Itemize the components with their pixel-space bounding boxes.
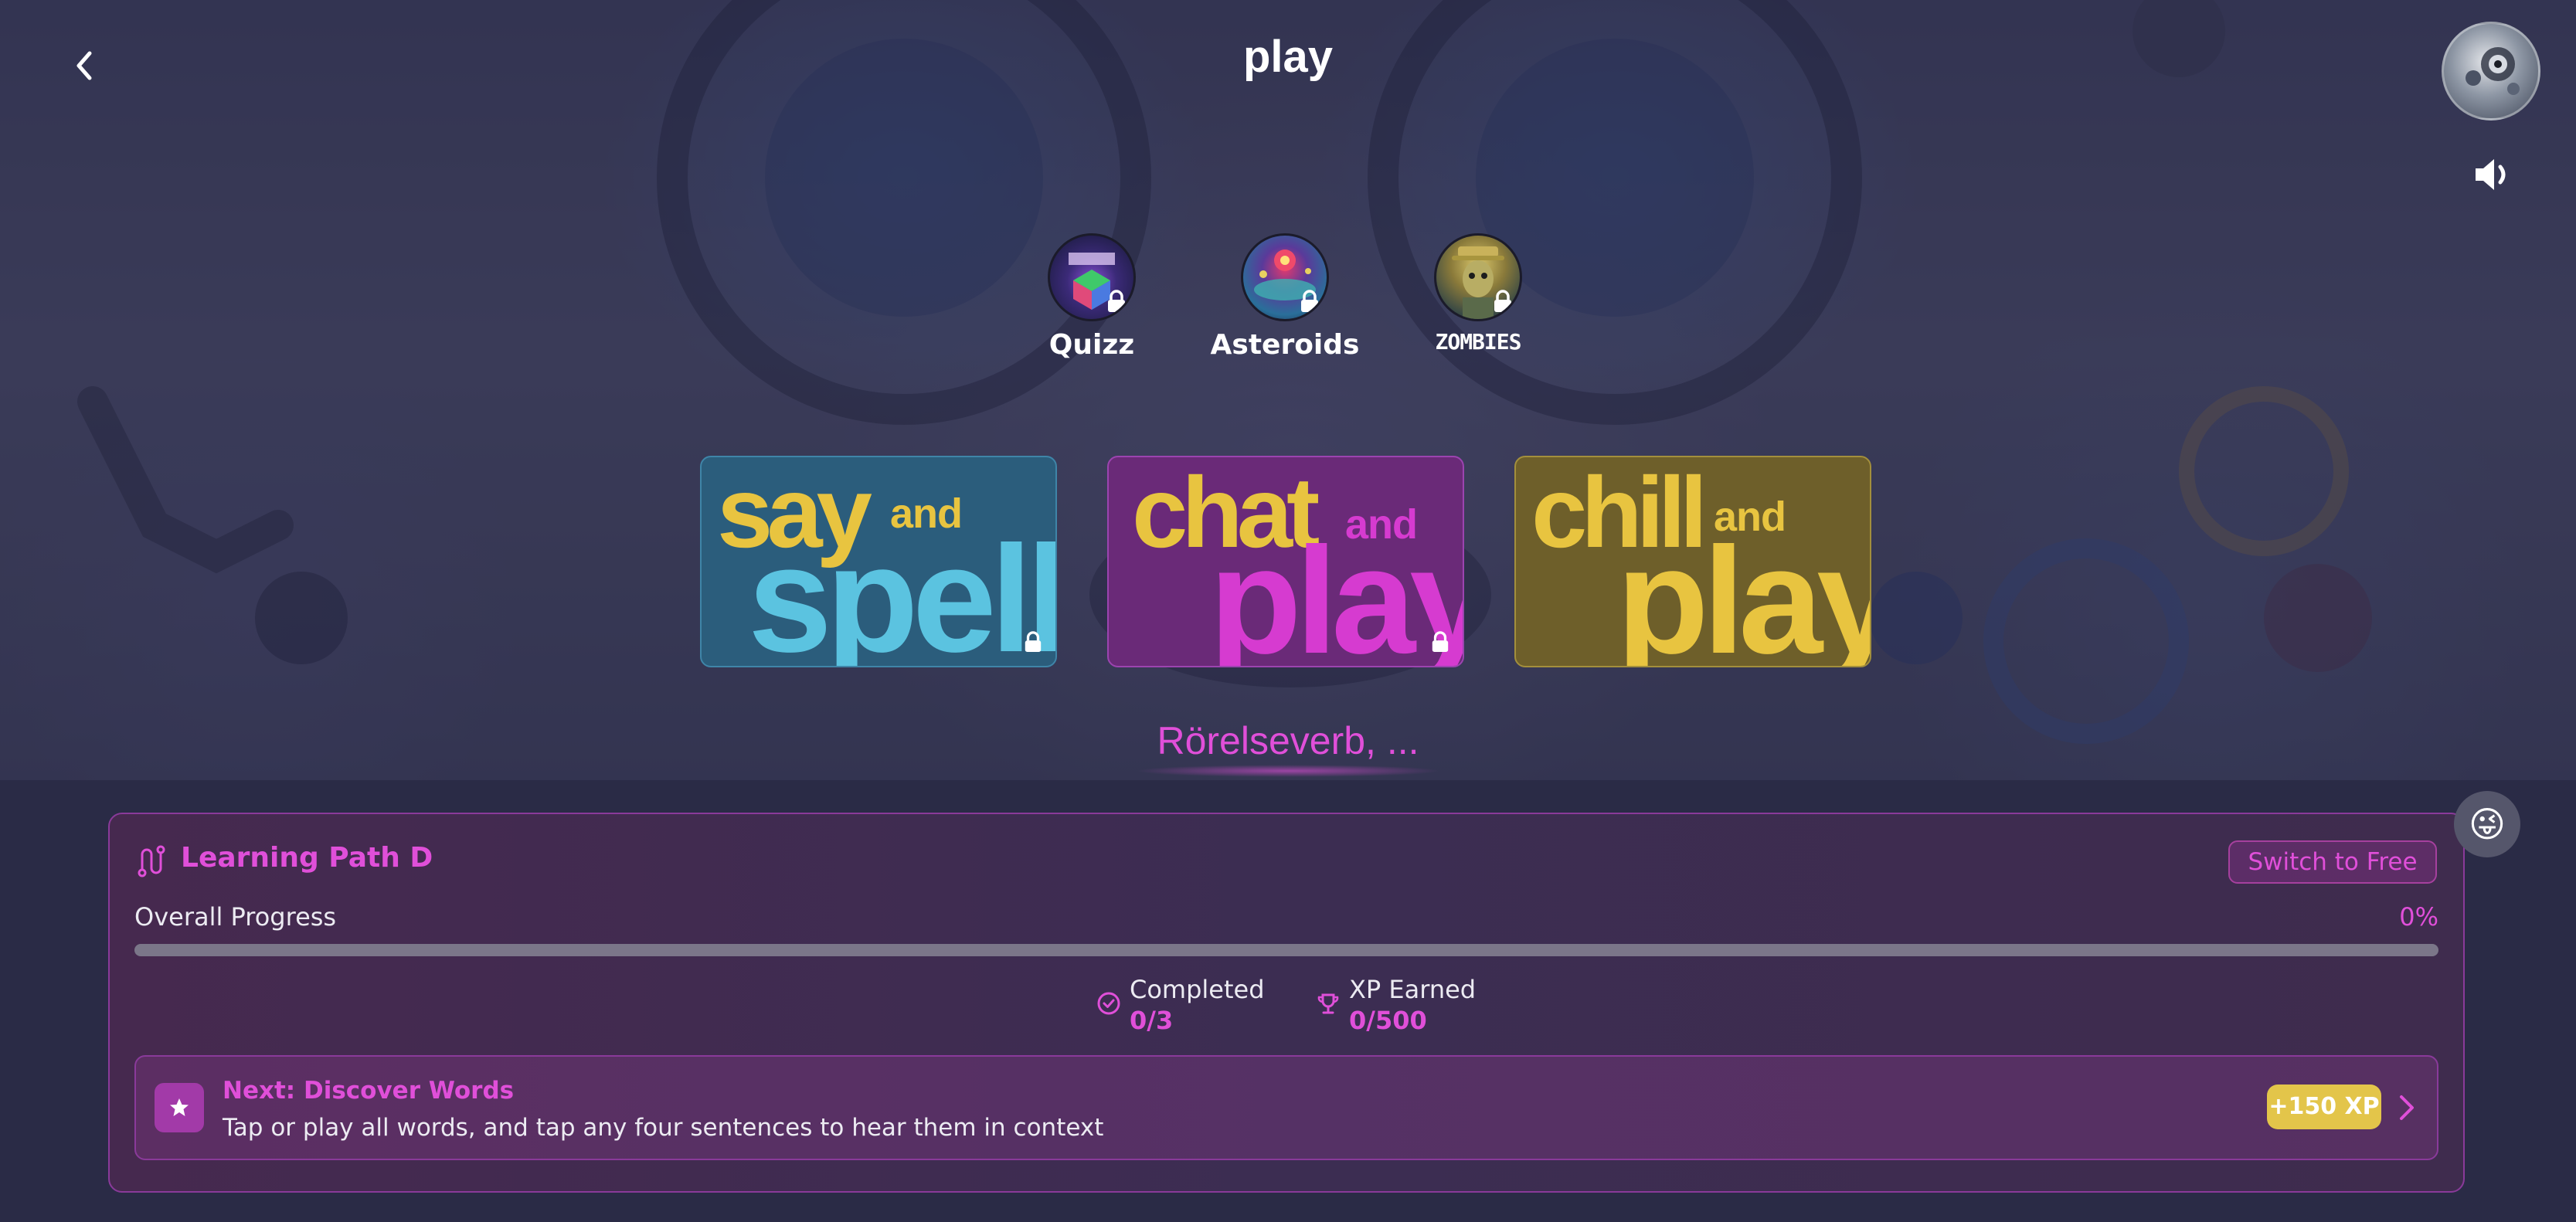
- game-asteroids[interactable]: Asteroids: [1188, 233, 1381, 361]
- lock-icon: [1301, 290, 1318, 312]
- lock-icon: [1432, 631, 1449, 652]
- lock-icon: [1494, 290, 1511, 312]
- learning-path-title: Learning Path D: [181, 842, 433, 874]
- game-zombies[interactable]: ZOMBIES: [1381, 233, 1575, 355]
- game-name: Quizz: [1048, 329, 1135, 361]
- page-title: play: [1242, 32, 1334, 82]
- next-task-icon-box: [155, 1083, 204, 1132]
- star-icon: [170, 1098, 189, 1116]
- check-circle-icon: [1097, 992, 1120, 1015]
- chevron-right-icon[interactable]: [2395, 1091, 2418, 1125]
- progress-bar: [134, 944, 2438, 956]
- mode-word-2: play: [1616, 516, 1871, 667]
- mode-card-chat-and-play[interactable]: chat and play: [1107, 456, 1464, 667]
- game-name: ZOMBIES: [1435, 329, 1521, 355]
- avatar-image: [2466, 47, 2520, 95]
- mode-word-2: play: [1209, 516, 1464, 667]
- route-icon: [138, 845, 165, 877]
- quizz-thumbnail: [1048, 233, 1136, 321]
- stat-value: 0/500: [1349, 1006, 1427, 1035]
- trophy-icon: [1317, 993, 1339, 1014]
- mode-card-say-and-spell[interactable]: say and spell: [700, 456, 1057, 667]
- stat-label: Completed: [1130, 975, 1265, 1004]
- topic-label[interactable]: Rörelseverb, ...: [0, 718, 2576, 763]
- lock-icon: [1108, 290, 1125, 312]
- topic-underline: [1136, 765, 1440, 777]
- xp-reward-badge: +150 XP: [2267, 1085, 2381, 1129]
- next-task-card[interactable]: [134, 1055, 2438, 1160]
- lock-icon: [1025, 631, 1042, 652]
- next-task-title: Next: Discover Words: [223, 1077, 515, 1105]
- asteroids-thumbnail: [1241, 233, 1329, 321]
- stat-label: XP Earned: [1349, 975, 1477, 1004]
- game-quizz[interactable]: Quizz: [995, 233, 1188, 361]
- sound-button[interactable]: [2471, 154, 2514, 195]
- stat-value: 0/3: [1130, 1006, 1174, 1035]
- mode-word-2: spell: [748, 514, 1057, 667]
- switch-to-free-button[interactable]: Switch to Free: [2228, 840, 2437, 884]
- progress-label: Overall Progress: [134, 902, 337, 932]
- game-name: Asteroids: [1210, 329, 1360, 361]
- progress-value: 0%: [2399, 902, 2438, 932]
- emoji-button[interactable]: 😜: [2454, 791, 2520, 857]
- zombies-thumbnail: [1434, 233, 1522, 321]
- next-task-description: Tap or play all words, and tap any four …: [223, 1114, 1104, 1142]
- speaker-icon: [2476, 159, 2506, 190]
- avatar[interactable]: [2442, 22, 2540, 121]
- mode-card-chill-and-play[interactable]: chill and play: [1514, 456, 1871, 667]
